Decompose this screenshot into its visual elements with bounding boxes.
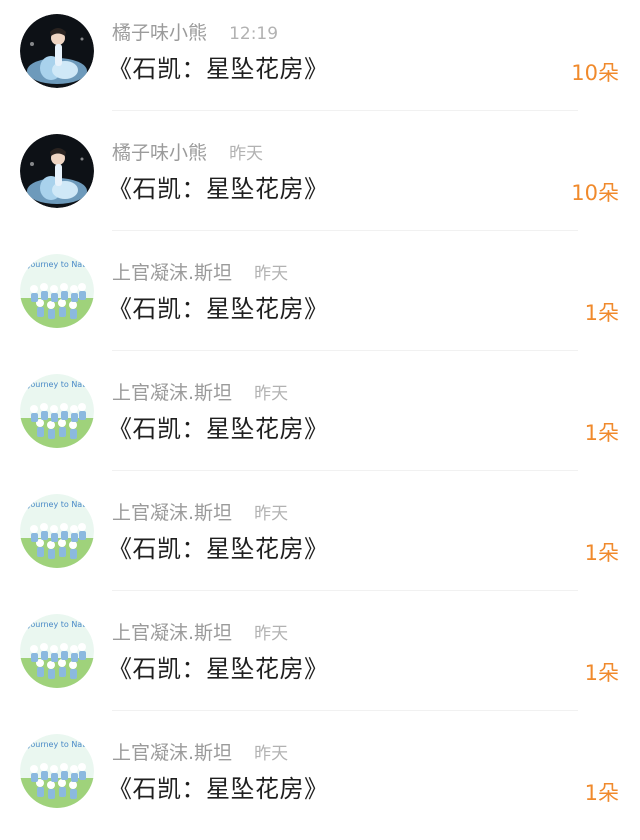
username[interactable]: 上官凝沫.斯坦 (112, 500, 232, 526)
username[interactable]: 上官凝沫.斯坦 (112, 740, 232, 766)
list-item[interactable]: Journey to Nature 上官凝沫.斯坦 昨天 《石凯：星坠花房》 1… (0, 720, 640, 840)
username[interactable]: 上官凝沫.斯坦 (112, 380, 232, 406)
user-meta: 上官凝沫.斯坦 昨天 (112, 380, 288, 406)
row-divider (112, 590, 578, 591)
user-meta: 上官凝沫.斯坦 昨天 (112, 260, 288, 286)
journey-to-nature-avatar-image: Journey to Nature (20, 494, 94, 568)
flower-count: 10朵 (571, 61, 619, 85)
gift-title: 《石凯：星坠花房》 (108, 775, 329, 803)
flower-count: 1朵 (584, 301, 619, 325)
user-avatar[interactable]: Journey to Nature (20, 614, 94, 688)
journey-to-nature-avatar-image: Journey to Nature (20, 614, 94, 688)
journey-to-nature-avatar-image: Journey to Nature (20, 734, 94, 808)
dark-stage-avatar-image (20, 134, 94, 208)
timestamp: 昨天 (229, 144, 264, 164)
username[interactable]: 上官凝沫.斯坦 (112, 620, 232, 646)
gift-title: 《石凯：星坠花房》 (108, 55, 329, 83)
gift-title: 《石凯：星坠花房》 (108, 415, 329, 443)
avatar-logo-text-1: Journey to Nature (27, 620, 94, 629)
user-meta: 上官凝沫.斯坦 昨天 (112, 500, 288, 526)
list-item[interactable]: Journey to Nature 上官凝沫.斯坦 昨天 《石凯：星坠花房》 1… (0, 240, 640, 360)
avatar-logo-text-1: Journey to Nature (27, 260, 94, 269)
timestamp: 昨天 (254, 384, 289, 404)
row-divider (112, 230, 578, 231)
user-meta: 橘子味小熊 12:19 (112, 20, 278, 46)
timestamp: 12:19 (229, 24, 279, 44)
gift-title: 《石凯：星坠花房》 (108, 655, 329, 683)
user-avatar[interactable]: Journey to Nature (20, 494, 94, 568)
timestamp: 昨天 (254, 744, 289, 764)
row-divider (112, 350, 578, 351)
row-divider (112, 470, 578, 471)
avatar-logo-text-1: Journey to Nature (27, 380, 94, 389)
username[interactable]: 上官凝沫.斯坦 (112, 260, 232, 286)
user-avatar[interactable]: Journey to Nature (20, 254, 94, 328)
list-item[interactable]: 橘子味小熊 12:19 《石凯：星坠花房》 10朵 (0, 0, 640, 120)
username[interactable]: 橘子味小熊 (112, 20, 207, 46)
row-divider (112, 710, 578, 711)
gift-title: 《石凯：星坠花房》 (108, 295, 329, 323)
timestamp: 昨天 (254, 264, 289, 284)
row-divider (112, 110, 578, 111)
gift-record-list: 橘子味小熊 12:19 《石凯：星坠花房》 10朵 橘子味小熊 昨天 《石凯：星… (0, 0, 640, 830)
user-meta: 上官凝沫.斯坦 昨天 (112, 740, 288, 766)
list-item[interactable]: Journey to Nature 上官凝沫.斯坦 昨天 《石凯：星坠花房》 1… (0, 360, 640, 480)
dark-stage-avatar-image (20, 14, 94, 88)
list-item[interactable]: Journey to Nature 上官凝沫.斯坦 昨天 《石凯：星坠花房》 1… (0, 600, 640, 720)
user-avatar[interactable] (20, 14, 94, 88)
user-avatar[interactable]: Journey to Nature (20, 374, 94, 448)
user-meta: 上官凝沫.斯坦 昨天 (112, 620, 288, 646)
flower-count: 1朵 (584, 781, 619, 805)
avatar-logo-text-1: Journey to Nature (27, 740, 94, 749)
user-avatar[interactable] (20, 134, 94, 208)
timestamp: 昨天 (254, 624, 289, 644)
username[interactable]: 橘子味小熊 (112, 140, 207, 166)
journey-to-nature-avatar-image: Journey to Nature (20, 374, 94, 448)
list-item[interactable]: Journey to Nature 上官凝沫.斯坦 昨天 《石凯：星坠花房》 1… (0, 480, 640, 600)
gift-title: 《石凯：星坠花房》 (108, 535, 329, 563)
user-avatar[interactable]: Journey to Nature (20, 734, 94, 808)
user-meta: 橘子味小熊 昨天 (112, 140, 263, 166)
timestamp: 昨天 (254, 504, 289, 524)
avatar-logo-text-1: Journey to Nature (27, 500, 94, 509)
journey-to-nature-avatar-image: Journey to Nature (20, 254, 94, 328)
flower-count: 1朵 (584, 421, 619, 445)
flower-count: 1朵 (584, 541, 619, 565)
list-item[interactable]: 橘子味小熊 昨天 《石凯：星坠花房》 10朵 (0, 120, 640, 240)
flower-count: 1朵 (584, 661, 619, 685)
flower-count: 10朵 (571, 181, 619, 205)
gift-title: 《石凯：星坠花房》 (108, 175, 329, 203)
